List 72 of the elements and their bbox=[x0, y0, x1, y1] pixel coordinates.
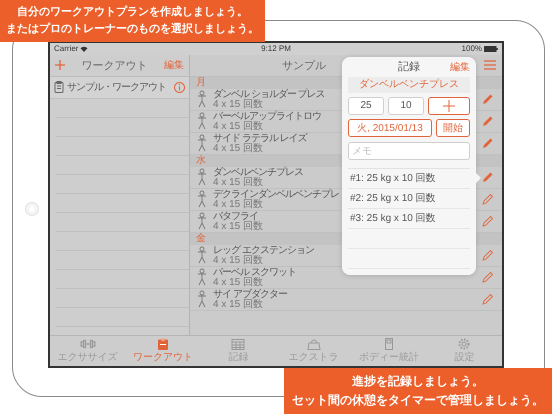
exercise-figure-icon bbox=[195, 112, 209, 130]
exercise-figure-icon bbox=[195, 168, 209, 186]
exercise-name: サイ アブダクター bbox=[213, 288, 287, 300]
carrier-name: Carrier bbox=[54, 44, 78, 53]
set-count: 4 x 15 回数 bbox=[213, 100, 264, 110]
exercise-name: ダンベルベンチプレス bbox=[213, 166, 303, 178]
pencil-icon[interactable] bbox=[482, 93, 494, 105]
reps-field[interactable]: 10 bbox=[388, 96, 424, 114]
start-button[interactable]: 開始 bbox=[436, 118, 470, 136]
set-count: 4 x 15 回数 bbox=[213, 122, 264, 132]
dumbbell-icon bbox=[80, 338, 96, 350]
pencil-icon[interactable] bbox=[482, 115, 494, 127]
pencil-icon[interactable] bbox=[482, 249, 494, 261]
plus-icon[interactable] bbox=[55, 60, 65, 70]
exercise-name: バーベルアップライトロウ bbox=[213, 110, 321, 122]
calendar-icon bbox=[230, 338, 246, 350]
set-entry: #1: 25 kg x 10 回数 bbox=[348, 169, 470, 189]
date-button[interactable]: 火, 2015/01/13 bbox=[348, 118, 432, 136]
banner-text: またはプロのトレーナーのものを選択しましょう。 bbox=[6, 22, 259, 37]
bag-icon bbox=[306, 338, 322, 350]
exercise-figure-icon bbox=[195, 190, 209, 208]
exercise-figure-icon bbox=[195, 246, 209, 264]
settings-icon bbox=[456, 338, 472, 350]
wifi-icon bbox=[80, 46, 88, 52]
battery-icon bbox=[484, 46, 498, 52]
set-entry: #3: 25 kg x 10 回数 bbox=[348, 209, 470, 229]
workout-list-item[interactable]: サンプル・ワークアウト bbox=[50, 76, 189, 98]
pencil-icon[interactable] bbox=[482, 137, 494, 149]
exercise-name: サイド ラテラル レイズ bbox=[213, 132, 307, 144]
detail-title: サンプル bbox=[282, 58, 326, 72]
exercise-figure-icon bbox=[195, 268, 209, 286]
pencil-icon[interactable] bbox=[482, 171, 494, 183]
exercise-name: バタフライ bbox=[213, 210, 258, 222]
set-count: 4 x 15 回数 bbox=[213, 222, 264, 232]
exercise-figure-icon bbox=[195, 134, 209, 152]
exercise-name: ダンベル ショルダー プレス bbox=[213, 88, 325, 100]
banner-text: 進捗を記録しましょう。 bbox=[351, 373, 485, 390]
memo-field[interactable]: メモ bbox=[348, 142, 470, 160]
set-count: 4 x 15 回数 bbox=[213, 256, 264, 266]
clipboard-icon bbox=[54, 81, 64, 93]
banner-text: 自分のワークアウトプランを作成しましょう。 bbox=[16, 4, 249, 20]
edit-link[interactable]: 編集 bbox=[450, 60, 470, 74]
battery-level: 100% bbox=[462, 44, 482, 53]
exercise-figure-icon bbox=[195, 90, 209, 108]
tab-bar-item[interactable]: ワークアウト bbox=[125, 336, 201, 366]
sidebar-title: ワークアウト bbox=[80, 58, 148, 72]
plus-icon bbox=[443, 100, 455, 112]
pencil-icon[interactable] bbox=[482, 215, 494, 227]
home-button[interactable] bbox=[24, 202, 38, 216]
exercise-figure-icon bbox=[195, 212, 209, 230]
menu-icon[interactable] bbox=[484, 60, 496, 70]
exercise-name: バーベル スクワット bbox=[213, 266, 296, 278]
exercise-figure-icon bbox=[195, 290, 209, 308]
pencil-icon[interactable] bbox=[482, 193, 494, 205]
status-time: 9:12 PM bbox=[261, 44, 291, 53]
edit-link[interactable]: 編集 bbox=[164, 58, 184, 72]
set-entry: #2: 25 kg x 10 回数 bbox=[348, 189, 470, 209]
pencil-icon[interactable] bbox=[482, 271, 494, 283]
banner-text: セット間の休憩をタイマーで管理しましょう。 bbox=[292, 392, 544, 409]
weight-field[interactable]: 25 bbox=[348, 96, 384, 114]
pencil-icon[interactable] bbox=[482, 293, 494, 305]
set-count: 4 x 15 回数 bbox=[213, 278, 264, 288]
set-count: 4 x 15 回数 bbox=[213, 144, 264, 154]
exercise-title: ダンベルベンチプレス bbox=[348, 76, 470, 92]
set-count: 4 x 15 回数 bbox=[213, 200, 264, 210]
exercise-name: レッグ エクステンション bbox=[213, 244, 314, 256]
exercise-name: デクラインダンベルベンチプレ bbox=[213, 188, 339, 200]
info-icon[interactable] bbox=[174, 82, 185, 92]
popover-title: 記録 bbox=[398, 60, 420, 74]
set-count: 4 x 15 回数 bbox=[213, 300, 264, 310]
add-set-button[interactable] bbox=[428, 96, 470, 114]
set-count: 4 x 15 回数 bbox=[213, 178, 264, 188]
